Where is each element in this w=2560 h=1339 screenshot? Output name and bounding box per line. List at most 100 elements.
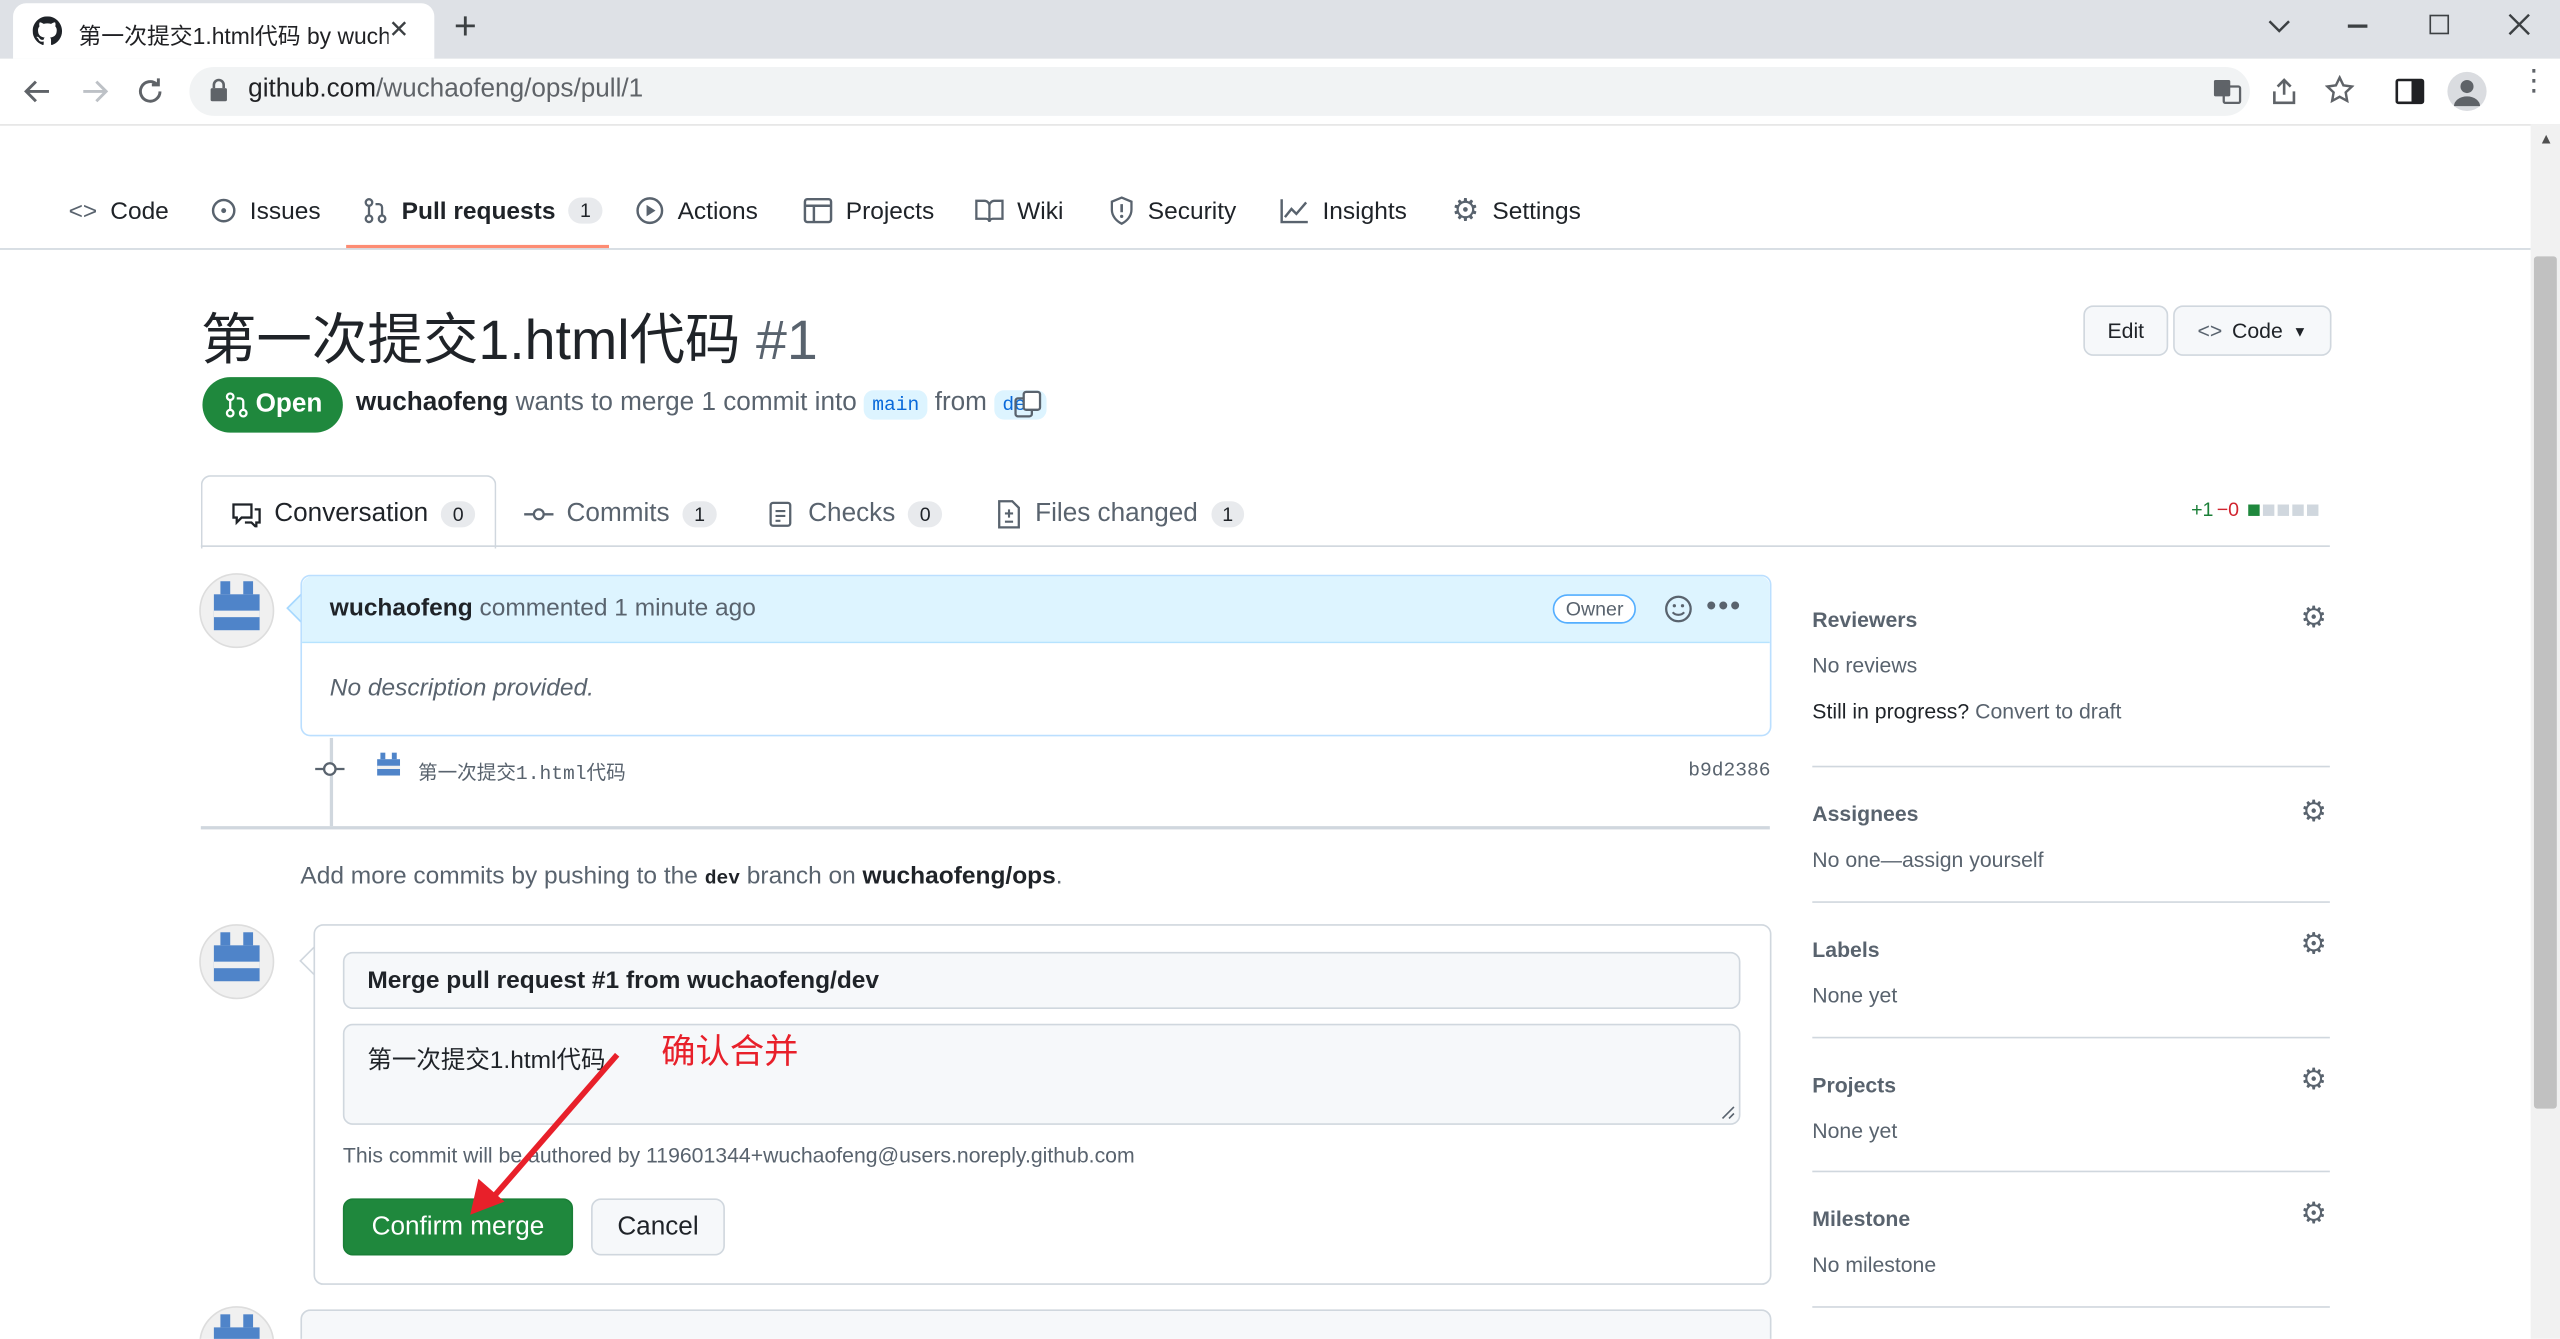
- nav-wiki-label: Wiki: [1017, 196, 1064, 225]
- commit-avatar[interactable]: [374, 751, 403, 780]
- browser-menu-icon[interactable]: ⋮: [2519, 65, 2548, 94]
- url-text[interactable]: github.com/wuchaofeng/ops/pull/1: [248, 75, 643, 104]
- merge-title-input[interactable]: [342, 951, 1741, 1010]
- nav-pull-requests-label: Pull requests: [401, 196, 556, 225]
- browser-tab-title: 第一次提交1.html代码 by wuchaofeng: [78, 22, 388, 49]
- tab-files-changed[interactable]: Files changed 1: [996, 496, 1245, 532]
- nav-insights[interactable]: Insights: [1280, 191, 1407, 230]
- minimize-icon[interactable]: [2347, 24, 2368, 27]
- commit-message[interactable]: 第一次提交1.html代码: [418, 758, 626, 785]
- convert-to-draft-link[interactable]: Convert to draft: [1975, 699, 2121, 723]
- assignees-value: No one—assign yourself: [1812, 847, 2043, 871]
- annotation-text: 确认合并: [661, 1033, 799, 1072]
- smiley-icon[interactable]: [1664, 594, 1693, 623]
- lock-icon[interactable]: [209, 78, 229, 102]
- tab-conversation[interactable]: Conversation 0: [232, 496, 476, 532]
- comment-author[interactable]: wuchaofeng: [330, 594, 473, 622]
- code-dropdown-button[interactable]: <> Code ▼: [2173, 305, 2332, 356]
- kebab-menu-icon[interactable]: •••: [1706, 589, 1742, 623]
- sidebar-divider: [1812, 1170, 2330, 1173]
- tab-commits[interactable]: Commits 1: [524, 496, 717, 532]
- browser-tab[interactable]: 第一次提交1.html代码 by wuchaofeng ✕: [13, 3, 435, 59]
- author-link[interactable]: wuchaofeng: [356, 389, 508, 417]
- tab-search-chevron-icon[interactable]: [2266, 16, 2292, 36]
- play-icon: [636, 197, 664, 225]
- window-close-icon[interactable]: [2508, 13, 2531, 36]
- side-panel-icon[interactable]: [2395, 77, 2425, 106]
- tab-checks[interactable]: Checks 0: [769, 496, 943, 532]
- repo-link[interactable]: wuchaofeng/ops: [863, 862, 1056, 890]
- tab-files-changed-counter: 1: [1210, 501, 1245, 528]
- projects-heading[interactable]: Projects: [1812, 1073, 1896, 1097]
- sidebar-divider: [1812, 765, 2330, 768]
- tab-checks-label: Checks: [808, 499, 896, 528]
- tab-commits-label: Commits: [566, 499, 670, 528]
- push-hint-suffix: .: [1055, 862, 1063, 890]
- reload-icon[interactable]: [136, 77, 165, 106]
- diffstat-deletions: −0: [2216, 497, 2240, 521]
- shield-icon: [1110, 196, 1133, 225]
- annotation-arrow-icon: [470, 1052, 620, 1215]
- edit-button[interactable]: Edit: [2083, 305, 2169, 356]
- milestone-gear-icon[interactable]: ⚙: [2300, 1197, 2326, 1231]
- table-icon: [803, 197, 833, 224]
- forward-arrow-icon[interactable]: [80, 78, 109, 104]
- diffstat-bar-neutral: [2292, 503, 2305, 516]
- nav-issues[interactable]: Issues: [211, 191, 321, 230]
- labels-gear-icon[interactable]: ⚙: [2300, 927, 2326, 961]
- tab-checks-counter: 0: [908, 501, 943, 528]
- code-icon: <>: [2197, 318, 2223, 343]
- scroll-up-arrow-icon[interactable]: ▲: [2539, 131, 2554, 147]
- pull-request-icon: [364, 198, 387, 224]
- book-icon: [975, 199, 1004, 223]
- nav-settings[interactable]: ⚙ Settings: [1451, 191, 1580, 230]
- comment-action: commented: [479, 594, 608, 623]
- copy-icon[interactable]: [1014, 390, 1042, 418]
- nav-actions[interactable]: Actions: [635, 191, 758, 230]
- milestone-heading[interactable]: Milestone: [1812, 1207, 1910, 1231]
- pull-requests-counter: 1: [568, 197, 603, 224]
- restore-icon[interactable]: [2429, 14, 2450, 35]
- comment-time[interactable]: 1 minute ago: [614, 594, 756, 622]
- assignees-gear-icon[interactable]: ⚙: [2300, 795, 2326, 829]
- base-branch[interactable]: main: [864, 390, 928, 420]
- bookmark-star-icon[interactable]: [2324, 75, 2355, 104]
- translate-icon[interactable]: [2212, 77, 2242, 106]
- new-tab-button[interactable]: +: [454, 5, 477, 51]
- commit-icon: [524, 508, 554, 521]
- nav-code[interactable]: <> Code: [69, 191, 169, 230]
- scrollbar-thumb[interactable]: [2533, 256, 2557, 1109]
- nav-projects[interactable]: Projects: [803, 191, 934, 230]
- timeline-end-divider: [200, 826, 1770, 830]
- comment-body: No description provided.: [329, 674, 594, 703]
- back-arrow-icon[interactable]: [23, 78, 52, 104]
- nav-actions-label: Actions: [677, 196, 758, 225]
- comment-meta: wuchaofeng commented 1 minute ago: [330, 594, 756, 622]
- sidebar-divider: [1812, 1306, 2330, 1308]
- pr-meta: wuchaofeng wants to merge 1 commit into …: [356, 389, 1046, 420]
- tab-close-icon[interactable]: ✕: [389, 15, 410, 44]
- resize-handle-icon[interactable]: [1721, 1105, 1736, 1120]
- avatar[interactable]: [199, 573, 275, 649]
- nav-pull-requests[interactable]: Pull requests 1: [362, 191, 603, 230]
- commit-sha[interactable]: b9d2386: [1688, 759, 1770, 782]
- nav-security[interactable]: Security: [1109, 191, 1236, 230]
- projects-value: None yet: [1812, 1118, 1898, 1143]
- reviewers-gear-icon[interactable]: ⚙: [2300, 601, 2326, 635]
- nav-projects-label: Projects: [845, 196, 935, 225]
- pr-title-text: 第一次提交1.html代码: [200, 310, 741, 373]
- assignees-heading[interactable]: Assignees: [1812, 802, 1918, 826]
- avatar[interactable]: [199, 1306, 275, 1339]
- profile-avatar-icon[interactable]: [2447, 71, 2487, 112]
- labels-heading[interactable]: Labels: [1812, 937, 1879, 961]
- nav-wiki[interactable]: Wiki: [975, 191, 1064, 230]
- projects-gear-icon[interactable]: ⚙: [2300, 1063, 2326, 1097]
- share-icon[interactable]: [2269, 77, 2298, 106]
- assign-yourself-link[interactable]: assign yourself: [1902, 847, 2044, 871]
- file-diff-icon: [998, 500, 1020, 529]
- page-title: 第一次提交1.html代码 #1: [201, 296, 818, 376]
- reviewers-heading[interactable]: Reviewers: [1812, 607, 1917, 631]
- nav-settings-label: Settings: [1492, 196, 1581, 225]
- diffstat-bar-neutral: [2278, 503, 2290, 516]
- avatar[interactable]: [199, 924, 275, 1000]
